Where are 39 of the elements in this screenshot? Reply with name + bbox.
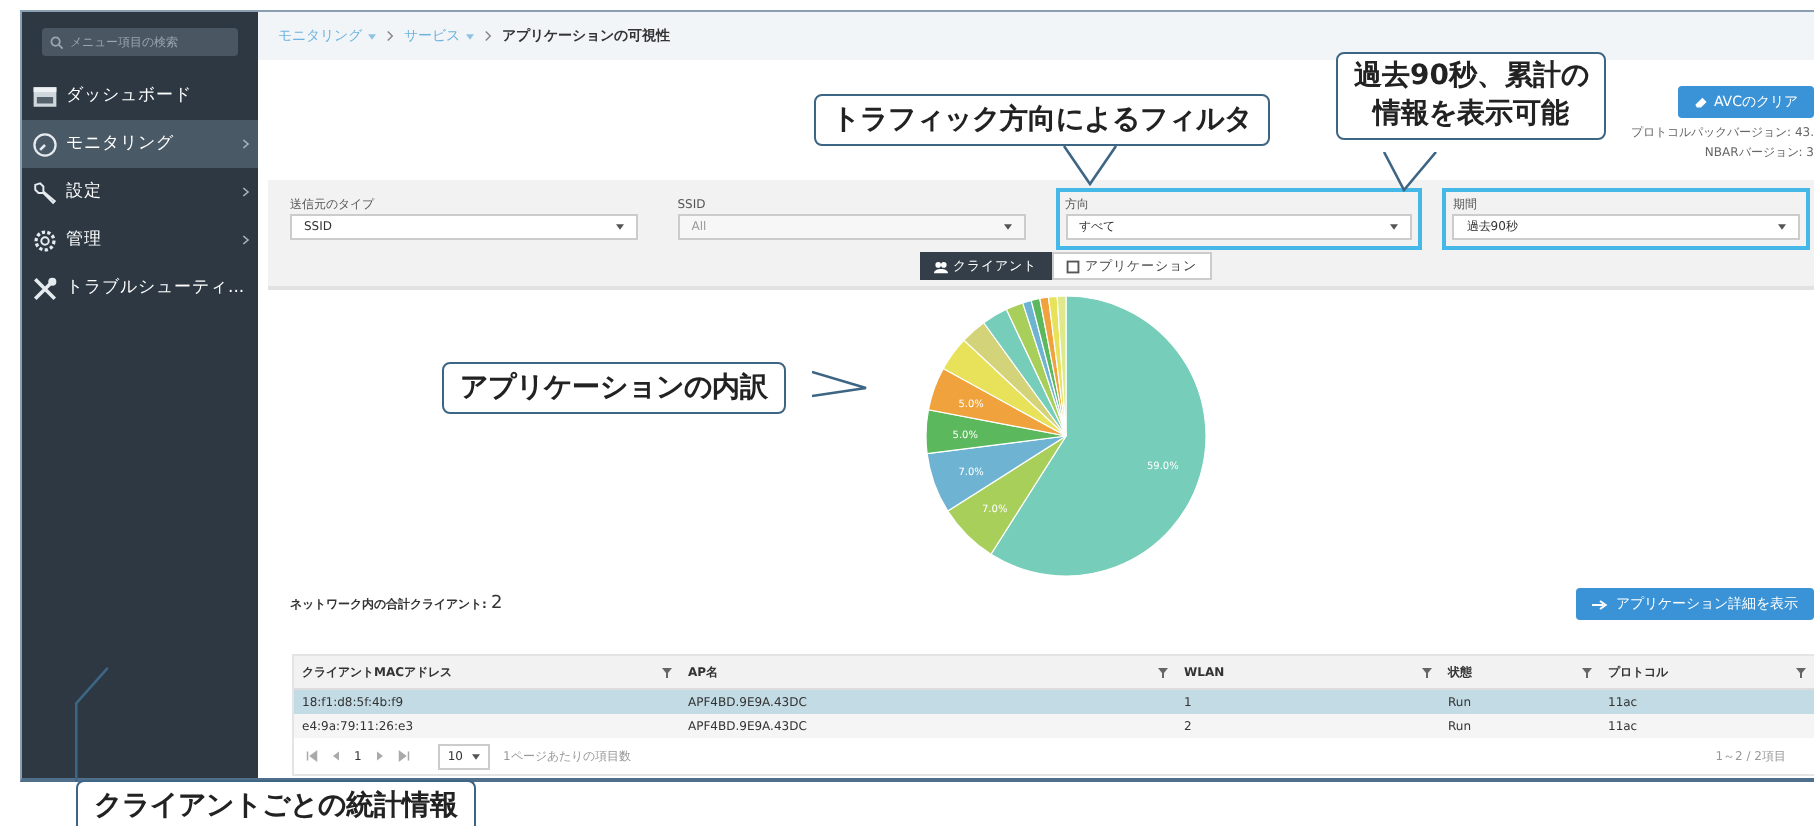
square-icon [1065,259,1079,273]
chevron-right-icon [242,138,250,150]
tools-icon [32,275,58,301]
caret-icon [466,33,474,39]
chevron-right-icon [242,234,250,246]
dashboard-icon [32,83,58,109]
filter-icon[interactable] [1582,667,1592,677]
caret-icon [1390,224,1399,230]
caret-icon [368,33,376,39]
callout-label: クライアントごとの統計情報 [76,780,476,826]
callout-pointer [812,368,868,400]
caret-icon [615,224,624,230]
settings-icon [32,227,58,253]
callout-label: 過去90秒、累計の 情報を表示可能 [1336,52,1607,140]
sidebar-item[interactable]: 設定 [22,168,258,216]
arrow-right-icon [1592,599,1608,609]
search-icon [50,35,64,49]
chevron-right-icon [484,30,492,42]
leader-line [72,664,112,782]
callout-pointer [1380,152,1440,192]
sidebar-item[interactable]: モニタリング [22,120,258,168]
callout-label: アプリケーションの内訳 [442,362,786,414]
sidebar-item[interactable]: ダッシュボード [22,72,258,120]
callout-pointer [1060,146,1120,186]
filter-icon[interactable] [1422,667,1432,677]
chevron-right-icon [386,30,394,42]
users-icon [933,259,947,273]
caret-icon [1003,224,1011,230]
gauge-icon [32,131,58,157]
eraser-icon [1693,96,1708,108]
filter-icon[interactable] [662,667,672,677]
sidebar-item[interactable]: トラブルシューティ... [22,264,258,312]
filter-icon[interactable] [1158,667,1168,677]
caret-icon [1778,224,1786,230]
filter-icon[interactable] [1796,667,1806,677]
chevron-right-icon [242,186,250,198]
caret-icon [472,753,481,759]
wrench-icon [32,179,58,205]
sidebar-item[interactable]: 管理 [22,216,258,264]
